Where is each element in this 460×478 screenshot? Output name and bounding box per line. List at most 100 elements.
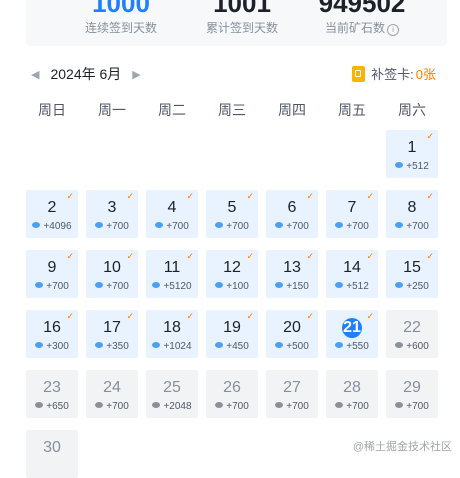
day-number: 1 bbox=[407, 139, 417, 156]
reward-value: +650 bbox=[46, 401, 69, 412]
calendar-day-cell[interactable]: 5 +700 ✓ bbox=[206, 190, 258, 238]
ore-icon bbox=[155, 222, 164, 228]
reward-value: +100 bbox=[226, 281, 249, 292]
signed-check-icon: ✓ bbox=[246, 311, 254, 321]
calendar-day-cell[interactable]: 18 +1024 ✓ bbox=[146, 310, 198, 358]
day-number: 11 bbox=[163, 259, 181, 276]
calendar-day-cell[interactable]: 14 +512 ✓ bbox=[326, 250, 378, 298]
calendar-day-cell[interactable]: 27 +700 bbox=[266, 370, 318, 418]
day-number: 14 bbox=[343, 259, 361, 276]
day-number-wrap: 9 bbox=[26, 259, 78, 277]
calendar-day-cell[interactable]: 9 +700 ✓ bbox=[26, 250, 78, 298]
day-reward: +700 bbox=[86, 221, 138, 233]
calendar-day-cell[interactable]: 12 +100 ✓ bbox=[206, 250, 258, 298]
calendar-day-cell[interactable]: 30 bbox=[26, 430, 78, 478]
day-reward: +650 bbox=[26, 401, 78, 413]
reward-value: +700 bbox=[226, 401, 249, 412]
next-month-arrow-icon[interactable]: ▶ bbox=[129, 68, 143, 81]
calendar-day-cell[interactable]: 21 +550 ✓ bbox=[326, 310, 378, 358]
day-reward: +700 bbox=[86, 281, 138, 293]
ore-icon bbox=[335, 342, 344, 348]
day-reward: +700 bbox=[206, 401, 258, 413]
calendar-day-cell[interactable]: 26 +700 bbox=[206, 370, 258, 418]
calendar-day-cell[interactable]: 13 +150 ✓ bbox=[266, 250, 318, 298]
calendar-day-cell[interactable]: 20 +500 ✓ bbox=[266, 310, 318, 358]
calendar-day-cell[interactable]: 29 +700 bbox=[386, 370, 438, 418]
day-number-wrap: 25 bbox=[146, 379, 198, 397]
day-number-wrap: 24 bbox=[86, 379, 138, 397]
ore-icon bbox=[395, 402, 404, 408]
calendar-day-cell[interactable]: 6 +700 ✓ bbox=[266, 190, 318, 238]
calendar-day-cell[interactable]: 19 +450 ✓ bbox=[206, 310, 258, 358]
total-days-value: 1001 bbox=[213, 0, 271, 18]
calendar-day-cell[interactable]: 2 +4096 ✓ bbox=[26, 190, 78, 238]
reward-value: +700 bbox=[46, 281, 69, 292]
signed-check-icon: ✓ bbox=[66, 251, 74, 261]
day-reward: +700 bbox=[206, 221, 258, 233]
ore-icon bbox=[152, 282, 161, 288]
day-number-wrap: 4 bbox=[146, 199, 198, 217]
day-number: 8 bbox=[407, 199, 417, 216]
calendar-day-cell[interactable]: 22 +600 bbox=[386, 310, 438, 358]
day-number-wrap: 14 bbox=[326, 259, 378, 277]
signed-check-icon: ✓ bbox=[366, 191, 374, 201]
calendar-day-cell[interactable]: 11 +5120 ✓ bbox=[146, 250, 198, 298]
day-number: 18 bbox=[163, 319, 181, 336]
day-reward: +5120 bbox=[146, 281, 198, 293]
calendar-day-cell[interactable]: 23 +650 bbox=[26, 370, 78, 418]
ore-icon bbox=[275, 222, 284, 228]
ore-icon bbox=[335, 222, 344, 228]
makeup-card-info[interactable]: 补签卡: 0张 bbox=[352, 64, 436, 83]
signed-check-icon: ✓ bbox=[66, 191, 74, 201]
day-number-wrap: 6 bbox=[266, 199, 318, 217]
calendar-day-cell[interactable]: 10 +700 ✓ bbox=[86, 250, 138, 298]
prev-month-arrow-icon[interactable]: ◀ bbox=[28, 68, 42, 81]
reward-value: +512 bbox=[346, 281, 369, 292]
calendar-day-cell[interactable]: 1 +512 ✓ bbox=[386, 130, 438, 178]
reward-value: +4096 bbox=[43, 221, 72, 232]
ore-icon bbox=[215, 402, 224, 408]
reward-value: +700 bbox=[406, 221, 429, 232]
day-number-wrap: 15 bbox=[386, 259, 438, 277]
day-number-wrap: 5 bbox=[206, 199, 258, 217]
reward-value: +700 bbox=[106, 221, 129, 232]
day-number: 7 bbox=[347, 199, 357, 216]
calendar-day-cell[interactable]: 7 +700 ✓ bbox=[326, 190, 378, 238]
reward-value: +350 bbox=[106, 341, 129, 352]
calendar-day-cell[interactable]: 3 +700 ✓ bbox=[86, 190, 138, 238]
day-reward: +700 bbox=[266, 221, 318, 233]
signed-check-icon: ✓ bbox=[366, 311, 374, 321]
day-number-wrap: 10 bbox=[86, 259, 138, 277]
calendar-day-cell[interactable]: 17 +350 ✓ bbox=[86, 310, 138, 358]
ore-icon bbox=[35, 282, 44, 288]
calendar-day-cell[interactable]: 4 +700 ✓ bbox=[146, 190, 198, 238]
reward-value: +700 bbox=[226, 221, 249, 232]
calendar-day-cell[interactable]: 28 +700 bbox=[326, 370, 378, 418]
calendar-day-cell[interactable]: 15 +250 ✓ bbox=[386, 250, 438, 298]
calendar-day-cell[interactable]: 8 +700 ✓ bbox=[386, 190, 438, 238]
weekday-label: 周日 bbox=[38, 102, 66, 118]
day-number: 27 bbox=[283, 379, 301, 396]
reward-value: +150 bbox=[286, 281, 309, 292]
reward-value: +700 bbox=[286, 221, 309, 232]
reward-value: +250 bbox=[406, 281, 429, 292]
ore-icon bbox=[95, 222, 104, 228]
reward-value: +700 bbox=[346, 221, 369, 232]
day-number: 15 bbox=[403, 259, 421, 276]
info-icon[interactable]: i bbox=[387, 24, 399, 36]
day-number-wrap: 28 bbox=[326, 379, 378, 397]
day-number-wrap: 21 bbox=[326, 318, 378, 338]
day-number-wrap: 17 bbox=[86, 319, 138, 337]
day-number: 22 bbox=[403, 319, 421, 336]
reward-value: +450 bbox=[226, 341, 249, 352]
signed-check-icon: ✓ bbox=[426, 191, 434, 201]
calendar-day-cell[interactable]: 24 +700 bbox=[86, 370, 138, 418]
day-number: 3 bbox=[107, 199, 117, 216]
ore-icon bbox=[32, 222, 41, 228]
ore-icon bbox=[395, 282, 404, 288]
calendar-day-cell[interactable]: 25 +2048 bbox=[146, 370, 198, 418]
reward-value: +300 bbox=[46, 341, 69, 352]
calendar-day-cell[interactable]: 16 +300 ✓ bbox=[26, 310, 78, 358]
day-number: 28 bbox=[343, 379, 361, 396]
weekday-label: 周二 bbox=[158, 102, 186, 118]
